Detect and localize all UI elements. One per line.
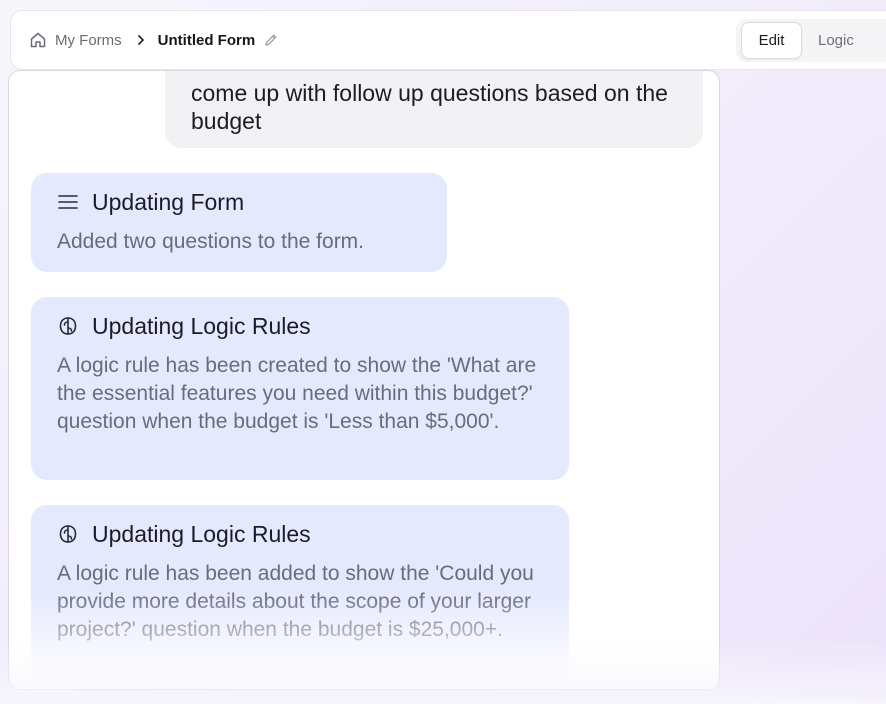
home-icon[interactable] (29, 31, 47, 49)
breadcrumb: My Forms Untitled Form (29, 31, 278, 49)
card-body: Added two questions to the form. (57, 230, 365, 253)
card-title: Updating Logic Rules (57, 519, 545, 549)
card-title-text: Updating Logic Rules (92, 520, 311, 547)
chat-panel[interactable]: come up with follow up questions based o… (8, 70, 720, 690)
top-bar: My Forms Untitled Form Edit Logic (10, 10, 886, 70)
card-title-text: Updating Logic Rules (92, 312, 311, 339)
status-card-updating-form: Updating Form Added two questions to the… (31, 173, 447, 272)
status-card-logic-rule-2: Updating Logic Rules A logic rule has be… (31, 505, 569, 689)
brain-icon (57, 315, 79, 337)
chevron-right-icon (136, 34, 146, 46)
brain-icon (57, 523, 79, 545)
status-card-logic-rule-1: Updating Logic Rules A logic rule has be… (31, 297, 569, 480)
tab-logic[interactable]: Logic (818, 32, 854, 49)
breadcrumb-my-forms[interactable]: My Forms (55, 32, 122, 49)
app-canvas: My Forms Untitled Form Edit Logic come u… (0, 0, 886, 704)
mode-tabs: Edit Logic (741, 22, 854, 59)
card-body: A logic rule has been added to show the … (57, 562, 534, 641)
breadcrumb-current-form: Untitled Form (157, 31, 256, 49)
pencil-icon[interactable] (264, 33, 278, 47)
menu-lines-icon (57, 191, 79, 213)
card-title: Updating Logic Rules (57, 311, 545, 341)
card-title-text: Updating Form (92, 188, 245, 215)
card-title: Updating Form (57, 187, 423, 217)
tab-edit[interactable]: Edit (741, 22, 802, 59)
card-body: A logic rule has been created to show th… (57, 354, 537, 433)
user-message-bubble: come up with follow up questions based o… (165, 71, 703, 148)
